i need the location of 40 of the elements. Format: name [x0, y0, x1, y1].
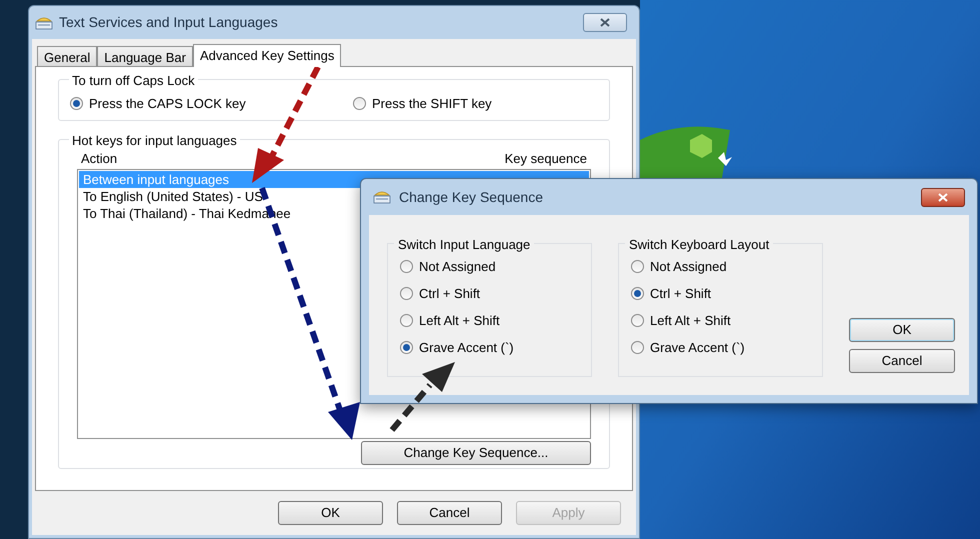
radio-button[interactable]: [631, 341, 644, 354]
radio-button[interactable]: [631, 287, 644, 300]
dialog-title: Change Key Sequence: [399, 188, 543, 207]
dialog-button[interactable]: OK: [849, 318, 955, 342]
window-title: Text Services and Input Languages: [59, 13, 278, 32]
radio-button[interactable]: [70, 96, 83, 110]
tab[interactable]: General: [37, 46, 98, 66]
radio-label: Press the SHIFT key: [372, 94, 492, 113]
radio-label: Grave Accent (`): [650, 338, 745, 357]
radio-button[interactable]: [400, 314, 413, 327]
list-row[interactable]: To English (United States) - US: [79, 188, 267, 205]
radio-button[interactable]: [400, 341, 413, 354]
radio-label: Not Assigned: [650, 258, 727, 276]
dialog-button[interactable]: OK: [278, 501, 383, 525]
radio-label: Not Assigned: [419, 258, 496, 276]
radio-button[interactable]: [631, 260, 644, 273]
column-header: Key sequence: [504, 150, 587, 168]
radio-label: Ctrl + Shift: [419, 284, 480, 303]
dashed-arrow: [390, 362, 455, 432]
dialog-button[interactable]: Cancel: [849, 349, 955, 373]
radio-label: Left Alt + Shift: [650, 312, 731, 330]
close-button[interactable]: [583, 13, 627, 32]
column-header: Action: [81, 150, 118, 168]
radio-label: Press the CAPS LOCK key: [89, 94, 246, 113]
keyboard-icon: [373, 189, 391, 205]
radio-label: Left Alt + Shift: [419, 312, 500, 330]
radio-label: Ctrl + Shift: [650, 284, 712, 303]
radio-button[interactable]: [400, 260, 413, 273]
close-icon: [938, 192, 948, 202]
radio-button[interactable]: [400, 287, 413, 300]
tab[interactable]: Advanced Key Settings: [192, 44, 342, 67]
keyboard-icon: [35, 14, 53, 30]
radio-button[interactable]: [631, 314, 644, 327]
dialog-button[interactable]: Cancel: [397, 501, 502, 525]
close-button[interactable]: [921, 188, 965, 206]
dialog-button[interactable]: Change Key Sequence...: [361, 441, 591, 465]
radio-button[interactable]: [353, 96, 366, 110]
tab[interactable]: Language Bar: [97, 46, 193, 66]
close-icon: [600, 18, 610, 27]
radio-label: Grave Accent (`): [419, 338, 514, 357]
